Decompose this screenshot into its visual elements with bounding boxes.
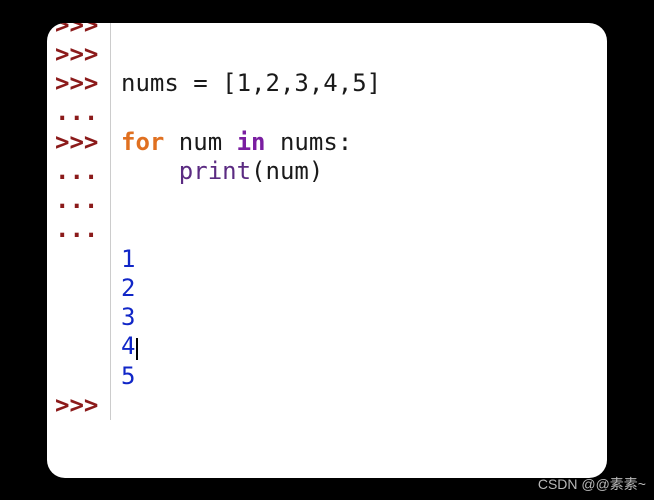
- code-line: ... print(num): [47, 157, 607, 186]
- line-content: 5: [111, 362, 135, 391]
- token-plain: nums = [1,2,3,4,5]: [121, 69, 381, 97]
- code-line: ...: [47, 215, 607, 244]
- line-content: [111, 23, 121, 40]
- prompt-gutter: >>>: [47, 69, 111, 98]
- code-line: 5: [47, 362, 607, 391]
- line-content: 2: [111, 274, 135, 303]
- line-content: for num in nums:: [111, 128, 352, 157]
- code-line: 3: [47, 303, 607, 332]
- prompt-gutter: >>>: [47, 128, 111, 157]
- token-plain: num: [164, 128, 236, 156]
- line-content: 3: [111, 303, 135, 332]
- prompt-gutter: ...: [47, 215, 111, 244]
- watermark: CSDN @@素素~: [538, 474, 646, 494]
- token-output: 2: [121, 274, 135, 302]
- token-plain: [121, 157, 179, 185]
- code-line: ...: [47, 186, 607, 215]
- code-line: >>>: [47, 391, 607, 420]
- token-fn-print: print: [179, 157, 251, 185]
- prompt-gutter: ...: [47, 157, 111, 186]
- token-output: 4: [121, 332, 135, 360]
- code-line: >>>for num in nums:: [47, 128, 607, 157]
- terminal-window: >>>>>>>>>nums = [1,2,3,4,5]...>>>for num…: [47, 23, 607, 478]
- line-content: [111, 391, 121, 420]
- text-cursor: [136, 338, 138, 360]
- token-kw-in: in: [237, 128, 266, 156]
- prompt-gutter: >>>: [47, 40, 111, 69]
- code-line: 1: [47, 245, 607, 274]
- prompt-gutter: [47, 274, 111, 303]
- line-content: [111, 215, 121, 244]
- code-line: 4: [47, 332, 607, 361]
- prompt-gutter: [47, 245, 111, 274]
- code-line: >>>: [47, 40, 607, 69]
- token-plain: nums:: [266, 128, 353, 156]
- line-content: [111, 40, 121, 69]
- code-line: >>> nums = [1,2,3,4,5]: [47, 69, 607, 98]
- code-area: >>>>>>>>>nums = [1,2,3,4,5]...>>>for num…: [47, 23, 607, 427]
- token-kw-for: for: [121, 128, 164, 156]
- prompt-gutter: [47, 332, 111, 361]
- line-content: [111, 186, 121, 215]
- prompt-gutter: >>>: [47, 391, 111, 420]
- token-plain: (num): [251, 157, 323, 185]
- code-line: >>>: [47, 23, 607, 40]
- line-content: 4: [111, 332, 138, 361]
- code-line: 2: [47, 274, 607, 303]
- prompt-gutter: [47, 303, 111, 332]
- line-content: nums = [1,2,3,4,5]: [111, 69, 381, 98]
- code-line: ...: [47, 98, 607, 127]
- prompt-gutter: >>>: [47, 23, 111, 40]
- token-output: 3: [121, 303, 135, 331]
- prompt-gutter: [47, 362, 111, 391]
- line-content: [111, 98, 121, 127]
- line-content: 1: [111, 245, 135, 274]
- prompt-gutter: ...: [47, 98, 111, 127]
- prompt-gutter: ...: [47, 186, 111, 215]
- token-output: 5: [121, 362, 135, 390]
- line-content: print(num): [111, 157, 323, 186]
- token-output: 1: [121, 245, 135, 273]
